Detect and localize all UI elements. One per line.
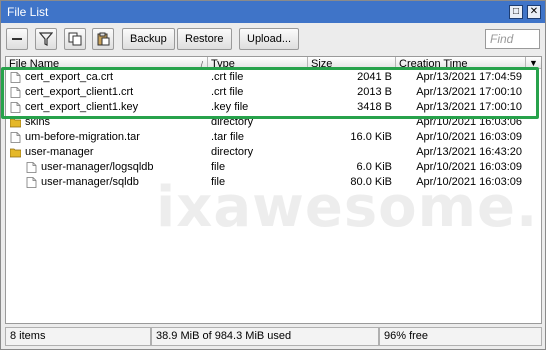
file-icon xyxy=(26,162,37,173)
cell-type: .crt file xyxy=(211,86,244,98)
status-free: 96% free xyxy=(379,327,542,346)
cell-file-name: cert_export_client1.crt xyxy=(25,86,134,98)
file-icon xyxy=(10,87,21,98)
table-row[interactable]: skins directory Apr/10/2021 16:03:06 xyxy=(6,115,541,130)
file-table: File Name / Type Size Creation Time ▼ ce… xyxy=(5,56,542,324)
backup-button[interactable]: Backup xyxy=(122,28,175,50)
cell-creation-time: Apr/13/2021 17:04:59 xyxy=(416,71,522,83)
paste-button[interactable] xyxy=(92,28,114,50)
filter-button[interactable] xyxy=(35,28,57,50)
table-row[interactable]: um-before-migration.tar .tar file 16.0 KiB… xyxy=(6,130,541,145)
cell-type: .crt file xyxy=(211,71,244,83)
cell-creation-time: Apr/10/2021 16:03:09 xyxy=(416,176,522,188)
column-header-creation-time[interactable]: Creation Time xyxy=(396,57,526,69)
copy-button[interactable] xyxy=(64,28,86,50)
column-header-type[interactable]: Type xyxy=(208,57,308,69)
cell-file-name: cert_export_ca.crt xyxy=(25,71,114,83)
close-window-button[interactable]: ✕ xyxy=(527,5,541,19)
cell-size: 80.0 KiB xyxy=(350,176,392,188)
toolbar: Backup Restore Upload... Find xyxy=(1,24,545,54)
status-usage: 38.9 MiB of 984.3 MiB used xyxy=(151,327,379,346)
column-label: Size xyxy=(311,58,333,69)
table-header: File Name / Type Size Creation Time ▼ xyxy=(6,57,541,69)
column-header-size[interactable]: Size xyxy=(308,57,396,69)
cell-creation-time: Apr/10/2021 16:03:09 xyxy=(416,161,522,173)
cell-file-name: skins xyxy=(25,116,51,128)
file-icon xyxy=(10,102,21,113)
cell-creation-time: Apr/10/2021 16:03:09 xyxy=(416,131,522,143)
cell-file-name: um-before-migration.tar xyxy=(25,131,140,143)
column-menu-button[interactable]: ▼ xyxy=(526,57,541,68)
cell-size: 6.0 KiB xyxy=(356,161,392,173)
table-row[interactable]: user-manager directory Apr/13/2021 16:43:2… xyxy=(6,145,541,160)
cell-file-name: user-manager/logsqldb xyxy=(41,161,154,173)
cell-file-name: cert_export_client1.key xyxy=(25,101,139,113)
folder-icon xyxy=(9,117,22,128)
cell-file-name: user-manager/sqldb xyxy=(41,176,139,188)
find-input[interactable]: Find xyxy=(485,29,540,49)
file-list-window: File List □ ✕ Backup Restore Upload... F… xyxy=(0,0,546,350)
cell-type: file xyxy=(211,176,226,188)
copy-icon xyxy=(68,32,82,46)
column-label: Creation Time xyxy=(399,58,468,69)
folder-icon xyxy=(9,147,22,158)
cell-creation-time: Apr/10/2021 16:03:06 xyxy=(416,116,522,128)
minus-icon xyxy=(12,38,22,40)
cell-type: .tar file xyxy=(211,131,245,143)
filter-icon xyxy=(39,32,53,46)
cell-file-name: user-manager xyxy=(25,146,94,158)
title-bar[interactable]: File List □ ✕ xyxy=(1,1,545,23)
window-title: File List xyxy=(7,5,49,19)
table-row[interactable]: cert_export_ca.crt .crt file 2041 B Apr/13/… xyxy=(6,70,541,85)
sort-indicator: / xyxy=(200,60,203,69)
cell-creation-time: Apr/13/2021 17:00:10 xyxy=(416,86,522,98)
cell-size: 2013 B xyxy=(357,86,392,98)
restore-button[interactable]: Restore xyxy=(177,28,232,50)
cell-size xyxy=(308,145,392,160)
cell-size xyxy=(308,115,392,130)
cell-type: directory xyxy=(211,146,254,158)
column-label: File Name xyxy=(9,58,60,69)
remove-button[interactable] xyxy=(6,28,28,50)
cell-type: file xyxy=(211,161,226,173)
file-icon xyxy=(10,132,21,143)
column-label: Type xyxy=(211,58,235,69)
table-row[interactable]: user-manager/sqldb file 80.0 KiB Apr/10/202… xyxy=(6,175,541,190)
file-icon xyxy=(10,72,21,83)
table-row[interactable]: cert_export_client1.crt .crt file 2013 B Ap… xyxy=(6,85,541,100)
restore-window-button[interactable]: □ xyxy=(509,5,523,19)
upload-button[interactable]: Upload... xyxy=(239,28,300,50)
cell-type: .key file xyxy=(211,101,249,113)
table-row[interactable]: user-manager/logsqldb file 6.0 KiB Apr/10/2… xyxy=(6,160,541,175)
status-item-count: 8 items xyxy=(5,327,151,346)
cell-size: 2041 B xyxy=(357,71,392,83)
cell-creation-time: Apr/13/2021 17:00:10 xyxy=(416,101,522,113)
cell-creation-time: Apr/13/2021 16:43:20 xyxy=(416,146,522,158)
cell-size: 16.0 KiB xyxy=(350,131,392,143)
table-row[interactable]: cert_export_client1.key .key file 3418 B Ap… xyxy=(6,100,541,115)
column-header-file-name[interactable]: File Name / xyxy=(6,57,208,69)
cell-size: 3418 B xyxy=(357,101,392,113)
cell-type: directory xyxy=(211,116,254,128)
status-bar: 8 items 38.9 MiB of 984.3 MiB used 96% f… xyxy=(5,327,542,346)
paste-icon xyxy=(97,32,110,46)
file-icon xyxy=(26,177,37,188)
